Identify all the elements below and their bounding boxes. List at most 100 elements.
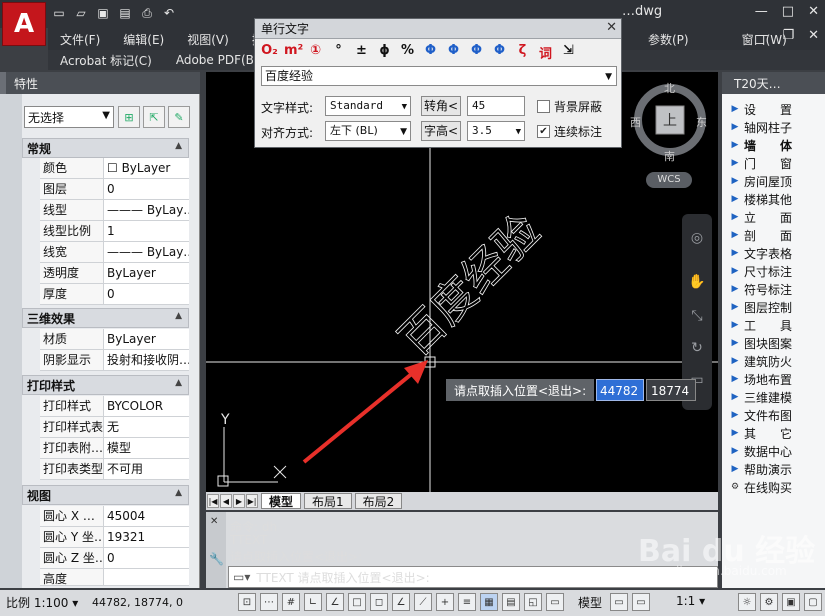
t20-item-walls[interactable]: ▶ 墙 体 bbox=[726, 136, 822, 154]
object-snap-icon[interactable]: □ bbox=[348, 593, 366, 611]
wrench-icon[interactable]: 🔧 bbox=[209, 552, 224, 566]
property-row[interactable]: 圆心 Z 坐… 0 bbox=[40, 548, 189, 569]
text-style-dropdown[interactable]: Standard ▼ bbox=[325, 96, 411, 116]
menu-view[interactable]: 视图(V) bbox=[175, 31, 240, 48]
dynamic-input-y[interactable]: 18774 bbox=[646, 379, 696, 401]
t20-item-axis-columns[interactable]: ▶ 轴网柱子 bbox=[726, 118, 822, 136]
property-row[interactable]: 高度 bbox=[40, 569, 189, 586]
property-row[interactable]: 圆心 X … 45004 bbox=[40, 506, 189, 527]
chevron-down-icon[interactable]: ▼ bbox=[605, 68, 612, 86]
circled-number-button[interactable]: ① bbox=[307, 43, 324, 62]
3d-osnap-icon[interactable]: ◻ bbox=[370, 593, 388, 611]
zoom-extents-icon[interactable]: ⤡ bbox=[687, 308, 707, 328]
property-row[interactable]: 打印表附… 模型 bbox=[40, 438, 189, 459]
t20-item-site-layout[interactable]: ▶ 场地布置 bbox=[726, 370, 822, 388]
property-row[interactable]: 线型比例 1 bbox=[40, 221, 189, 242]
maximize-button[interactable]: □ bbox=[782, 4, 794, 19]
annotation-visibility-icon[interactable]: ☼ bbox=[738, 593, 756, 611]
menu-file[interactable]: 文件(F) bbox=[48, 31, 111, 48]
doc-close-button[interactable]: ✕ bbox=[808, 28, 819, 43]
palette-grip[interactable] bbox=[0, 72, 6, 94]
polar-tracking-icon[interactable]: ∠ bbox=[326, 593, 344, 611]
open-icon[interactable]: ▱ bbox=[72, 4, 90, 22]
annotation-monitor-icon[interactable]: ▭ bbox=[546, 593, 564, 611]
grid-display-icon[interactable]: # bbox=[282, 593, 300, 611]
t20-item-settings[interactable]: ▶ 设 置 bbox=[726, 100, 822, 118]
lineweight-icon[interactable]: ≡ bbox=[458, 593, 476, 611]
infer-constraints-icon[interactable]: ⊡ bbox=[238, 593, 256, 611]
ortho-mode-icon[interactable]: ∟ bbox=[304, 593, 322, 611]
selection-dropdown[interactable]: 无选择 ▼ bbox=[24, 106, 114, 128]
degree-button[interactable]: ° bbox=[330, 43, 347, 62]
background-mask-checkbox[interactable]: 背景屏蔽 bbox=[537, 98, 602, 115]
viewcube-east[interactable]: 东 bbox=[696, 114, 707, 130]
property-row[interactable]: 阴影显示 投射和接收阴… bbox=[40, 350, 189, 371]
property-row[interactable]: 厚度 0 bbox=[40, 284, 189, 305]
clean-screen-icon[interactable]: ▢ bbox=[804, 593, 822, 611]
selection-cycling-icon[interactable]: ◱ bbox=[524, 593, 542, 611]
tab-model[interactable]: 模型 bbox=[261, 493, 302, 509]
property-row[interactable]: 打印样式 BYCOLOR bbox=[40, 396, 189, 417]
doc-restore-button[interactable]: ❐ bbox=[782, 28, 794, 43]
t20-item-layer-control[interactable]: ▶ 图层控制 bbox=[726, 298, 822, 316]
plus-minus-button[interactable]: ± bbox=[353, 43, 370, 62]
continuous-label-checkbox[interactable]: ✔ 连续标注 bbox=[537, 123, 602, 140]
command-window-grip[interactable]: ✕ 🔧 bbox=[206, 512, 226, 588]
property-row[interactable]: 线型 ——— ByLay… bbox=[40, 200, 189, 221]
t20-item-doors-windows[interactable]: ▶ 门 窗 bbox=[726, 154, 822, 172]
t20-item-other[interactable]: ▶ 其 它 bbox=[726, 424, 822, 442]
text-height-pick-button[interactable]: 字高< bbox=[421, 121, 461, 141]
new-icon[interactable]: ▭ bbox=[50, 4, 68, 22]
dialog-title-bar[interactable]: 单行文字 bbox=[255, 19, 621, 39]
t20-item-online-buy[interactable]: ⚙ 在线购买 bbox=[726, 478, 822, 496]
diameter-button[interactable]: ϕ bbox=[376, 43, 393, 62]
viewcube-north[interactable]: 北 bbox=[664, 80, 675, 96]
percent-button[interactable]: % bbox=[399, 43, 416, 62]
t20-item-section[interactable]: ▶ 剖 面 bbox=[726, 226, 822, 244]
quick-select-button[interactable]: ✎ bbox=[168, 106, 190, 128]
t20-item-blocks-hatch[interactable]: ▶ 图块图案 bbox=[726, 334, 822, 352]
section-3d-effects[interactable]: 三维效果 ▲ bbox=[22, 308, 189, 328]
properties-header[interactable]: 特性 bbox=[0, 72, 200, 94]
orbit-icon[interactable]: ↻ bbox=[687, 340, 707, 360]
alignment-dropdown[interactable]: 左下 (BL) ▼ bbox=[325, 121, 411, 141]
tab-last-icon[interactable]: ▶| bbox=[246, 494, 258, 508]
dynamic-input-x[interactable]: 44782 bbox=[596, 379, 644, 401]
t20-header[interactable]: T20天… bbox=[722, 72, 825, 94]
property-row[interactable]: 打印样式表无 bbox=[40, 417, 189, 438]
viewcube-south[interactable]: 南 bbox=[664, 148, 675, 164]
rebar-grade4-button[interactable]: Φ bbox=[491, 43, 508, 62]
property-row[interactable]: 圆心 Y 坐… 19321 bbox=[40, 527, 189, 548]
subscript-o2-button[interactable]: O₂ bbox=[261, 43, 278, 62]
close-icon[interactable]: ✕ bbox=[210, 516, 218, 527]
app-menu-button[interactable]: A bbox=[2, 2, 46, 46]
menu-params[interactable]: 参数(P) bbox=[636, 31, 700, 48]
word-library-button[interactable]: 词 bbox=[537, 43, 554, 62]
property-row[interactable]: 线宽 ——— ByLay… bbox=[40, 242, 189, 263]
save-as-icon[interactable]: ▤ bbox=[116, 4, 134, 22]
t20-item-file-layout[interactable]: ▶ 文件布图 bbox=[726, 406, 822, 424]
undo-icon[interactable]: ↶ bbox=[160, 4, 178, 22]
t20-item-dimensions[interactable]: ▶ 尺寸标注 bbox=[726, 262, 822, 280]
viewcube-top-face[interactable]: 上 bbox=[663, 110, 677, 130]
annotation-scale[interactable]: 1:1 ▾ bbox=[676, 594, 705, 608]
tab-first-icon[interactable]: |◀ bbox=[207, 494, 219, 508]
property-row[interactable]: 打印表类型 不可用 bbox=[40, 459, 189, 480]
tab-prev-icon[interactable]: ◀ bbox=[220, 494, 232, 508]
select-objects-button[interactable]: ⇱ bbox=[143, 106, 165, 128]
scale-selector[interactable]: 比例 1:100 ▾ bbox=[6, 594, 78, 611]
special-symbol-button[interactable]: ζ bbox=[514, 43, 531, 62]
pan-icon[interactable]: ✋ bbox=[687, 274, 707, 294]
quick-view-layouts-icon[interactable]: ▭ bbox=[610, 593, 628, 611]
section-view[interactable]: 视图 ▲ bbox=[22, 485, 189, 505]
steering-wheel-icon[interactable]: ◎ bbox=[687, 230, 707, 250]
tab-layout2[interactable]: 布局2 bbox=[354, 493, 403, 509]
model-space-button[interactable]: 模型 bbox=[578, 594, 602, 611]
doc-minimize-button[interactable]: — bbox=[755, 28, 768, 43]
workspace-switch-icon[interactable]: ⚙ bbox=[760, 593, 778, 611]
pick-text-button[interactable]: ⇲ bbox=[560, 43, 577, 62]
otrack-icon[interactable]: ∠ bbox=[392, 593, 410, 611]
close-button[interactable]: ✕ bbox=[808, 4, 819, 19]
dyn-input-icon[interactable]: + bbox=[436, 593, 454, 611]
t20-item-stairs-other[interactable]: ▶ 楼梯其他 bbox=[726, 190, 822, 208]
